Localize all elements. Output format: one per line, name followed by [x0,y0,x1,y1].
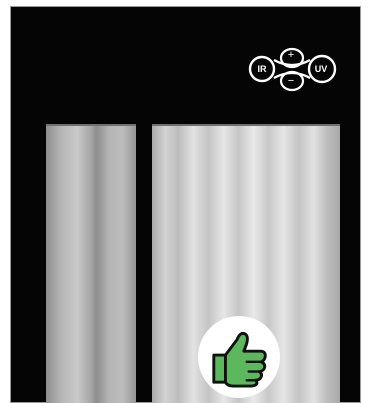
light-mode-controls: IR UV + − [246,46,338,92]
left-light-panel [46,124,136,403]
status-badge [198,316,280,398]
uv-button[interactable]: UV [310,64,332,74]
device-frame: IR UV + − [10,6,361,403]
thumbs-up-icon [212,331,267,388]
ir-button[interactable]: IR [252,64,272,74]
minus-button[interactable]: − [284,76,298,87]
plus-button[interactable]: + [284,50,298,61]
